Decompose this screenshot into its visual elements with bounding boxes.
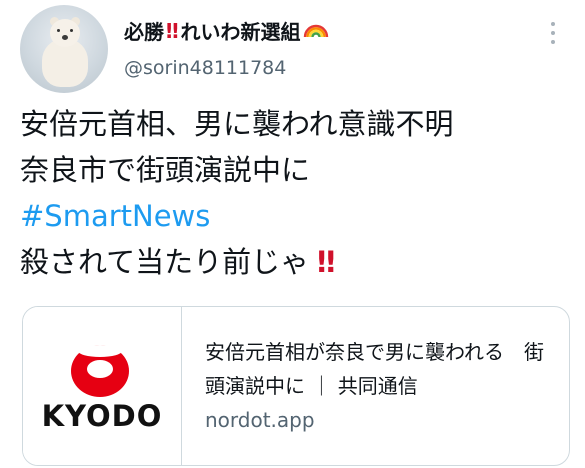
avatar[interactable]	[20, 5, 108, 93]
kyodo-logo-text: KYODO	[41, 399, 163, 433]
card-text: 安倍元首相が奈良で男に襲われる 街頭演説中に ｜ 共同通信 nordot.app	[205, 335, 555, 435]
link-card[interactable]: KYODO 安倍元首相が奈良で男に襲われる 街頭演説中に ｜ 共同通信 nord…	[22, 306, 570, 466]
rainbow-icon	[303, 19, 329, 43]
hashtag-link[interactable]: #SmartNews	[20, 193, 580, 239]
card-title: 安倍元首相が奈良で男に襲われる 街頭演説中に ｜ 共同通信	[205, 340, 544, 398]
double-exclamation-emoji: ‼	[166, 18, 179, 43]
polar-bear-head	[50, 19, 80, 47]
polar-bear-eye	[70, 29, 73, 32]
double-exclamation-emoji: ‼	[317, 245, 336, 279]
polar-bear-nose	[62, 35, 68, 40]
display-name-text-rest: れいわ新選組	[180, 20, 301, 44]
display-name-text: 必勝	[124, 20, 164, 44]
tweet-line: 奈良市で街頭演説中に	[20, 153, 311, 187]
tweet-text: 安倍元首相、男に襲われ意識不明 奈良市で街頭演説中に #SmartNews 殺さ…	[20, 101, 580, 285]
card-thumbnail: KYODO	[23, 307, 182, 465]
polar-bear-eye	[57, 29, 60, 32]
card-domain: nordot.app	[205, 408, 315, 432]
author-display-name[interactable]: 必勝 ‼ れいわ新選組	[124, 16, 329, 45]
kyodo-logo-icon	[71, 345, 129, 397]
author-handle[interactable]: @sorin48111784	[124, 57, 286, 79]
tweet-line: 殺されて当たり前じゃ ‼	[20, 239, 580, 285]
more-options-icon[interactable]	[541, 22, 565, 44]
tweet-line-text: 殺されて当たり前じゃ	[20, 245, 310, 279]
tweet-line: 安倍元首相、男に襲われ意識不明	[20, 107, 454, 141]
